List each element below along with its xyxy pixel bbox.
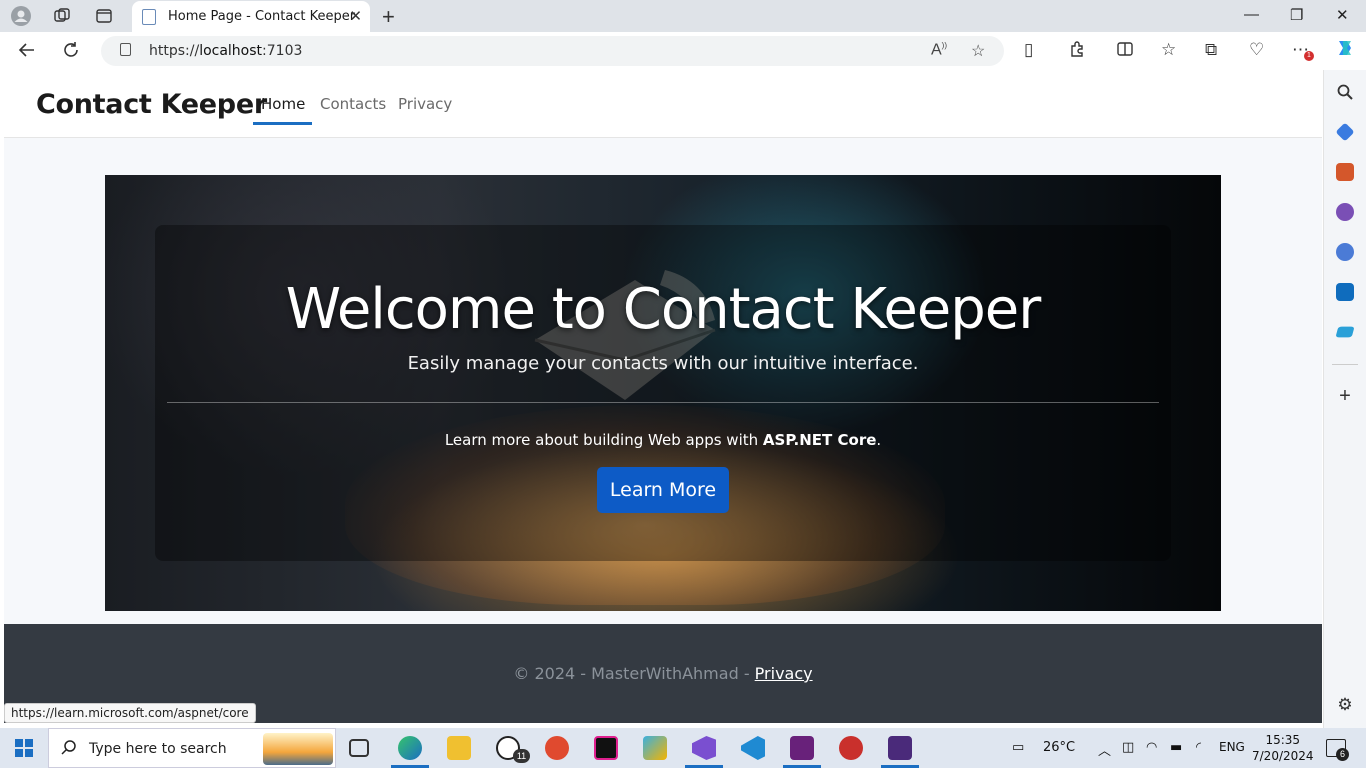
status-bar-link: https://learn.microsoft.com/aspnet/core	[4, 703, 256, 723]
windows-start-icon[interactable]	[15, 739, 33, 757]
file-explorer-icon[interactable]	[447, 736, 471, 760]
split-screen-icon[interactable]	[1116, 40, 1134, 63]
search-placeholder: Type here to search	[89, 741, 227, 757]
workspaces-icon[interactable]	[51, 6, 73, 26]
close-tab-icon[interactable]: ✕	[349, 7, 362, 25]
tab-title: Home Page - Contact Keeper	[168, 9, 356, 24]
minimize-icon[interactable]: —	[1244, 6, 1259, 23]
site-header: Contact Keeper Home Contacts Privacy	[4, 70, 1322, 138]
webpage: Contact Keeper Home Contacts Privacy Wel…	[4, 70, 1322, 723]
settings-gear-icon[interactable]: ⚙	[1336, 696, 1354, 714]
task-view-icon[interactable]	[349, 739, 369, 757]
screen: Home Page - Contact Keeper ✕ + — ❐ ✕ htt…	[0, 0, 1366, 768]
red-app-icon[interactable]	[839, 736, 863, 760]
sidebar-divider	[1332, 364, 1358, 365]
url-text[interactable]: https://localhost:7103	[149, 43, 302, 59]
refresh-icon[interactable]	[62, 41, 80, 64]
network-icon[interactable]: ◠	[1146, 740, 1157, 755]
extensions-icon[interactable]	[1068, 40, 1086, 63]
clock-time: 15:35	[1265, 733, 1301, 747]
nav-contacts[interactable]: Contacts	[320, 95, 386, 113]
add-icon[interactable]: +	[1336, 386, 1354, 406]
nav-privacy[interactable]: Privacy	[398, 95, 452, 113]
browser-essentials-icon[interactable]: ♡	[1249, 40, 1264, 60]
active-nav-indicator	[253, 122, 312, 125]
design-tool-icon[interactable]	[643, 736, 667, 760]
favorites-icon[interactable]: ☆	[1161, 40, 1176, 60]
profile-icon[interactable]	[10, 6, 32, 26]
edge-sidebar: + ⚙	[1323, 70, 1366, 728]
restore-icon[interactable]: ❐	[1290, 6, 1303, 24]
footer-privacy-link[interactable]: Privacy	[755, 664, 813, 683]
tab-home-page[interactable]: Home Page - Contact Keeper ✕	[132, 1, 370, 32]
notification-center-badge: 6	[1336, 748, 1349, 761]
clock[interactable]: 15:35 7/20/2024	[1252, 732, 1314, 764]
favorite-star-icon[interactable]: ☆	[971, 41, 985, 61]
shopping-tag-icon[interactable]	[1335, 122, 1355, 142]
clock-date: 7/20/2024	[1252, 749, 1314, 763]
meet-icon[interactable]: ◫	[1122, 740, 1134, 755]
read-aloud-icon[interactable]: A))	[931, 41, 947, 59]
microsoft-365-icon[interactable]	[1336, 243, 1354, 261]
nav-home[interactable]: Home	[261, 95, 305, 113]
search-icon	[61, 739, 77, 760]
intellij-icon[interactable]	[594, 736, 618, 760]
back-icon[interactable]	[18, 41, 36, 64]
tray-chevron-icon[interactable]: ︿	[1098, 740, 1111, 759]
search-highlight-icon	[263, 733, 333, 765]
page-icon	[142, 8, 156, 25]
visual-studio-2-icon[interactable]	[790, 736, 814, 760]
hero-subtitle: Easily manage your contacts with our int…	[407, 353, 919, 374]
browser-toolbar: https://localhost:7103 A)) ☆ ▯ ☆ ⧉ ♡ ⋯	[0, 32, 1366, 70]
address-bar[interactable]: https://localhost:7103 A)) ☆	[101, 36, 1004, 66]
close-window-icon[interactable]: ✕	[1336, 6, 1349, 24]
games-icon[interactable]	[1336, 203, 1354, 221]
notification-badge: 1	[1304, 51, 1314, 61]
terminal-icon[interactable]	[888, 736, 912, 760]
wifi-icon[interactable]: ◜	[1196, 740, 1201, 755]
collections-icon[interactable]: ⧉	[1205, 40, 1217, 60]
vscode-icon[interactable]	[741, 736, 765, 760]
lock-icon[interactable]	[120, 43, 131, 56]
new-tab-icon[interactable]: +	[382, 4, 395, 30]
edge-taskbar-icon[interactable]	[398, 736, 422, 760]
site-brand[interactable]: Contact Keeper	[36, 89, 267, 120]
drop-icon[interactable]	[1335, 326, 1355, 338]
battery-icon[interactable]: ▬	[1170, 740, 1182, 755]
browser-titlebar: Home Page - Contact Keeper ✕ + — ❐ ✕	[0, 0, 1366, 32]
hero-title: Welcome to Contact Keeper	[285, 277, 1042, 342]
reading-view-icon[interactable]: ▯	[1024, 40, 1033, 60]
weather-temp[interactable]: 26°C	[1043, 740, 1075, 755]
windows-taskbar: Type here to search 11 ▭ 26°C ︿ ◫ ◠ ▬ ◜ …	[0, 728, 1366, 768]
language-indicator[interactable]: ENG	[1219, 740, 1245, 754]
tools-icon[interactable]	[1336, 163, 1354, 181]
footer-text: © 2024 - MasterWithAhmad - Privacy	[513, 664, 813, 683]
hero-divider	[167, 402, 1159, 403]
hero-banner: Welcome to Contact Keeper Easily manage …	[105, 175, 1221, 611]
taskbar-search-box[interactable]: Type here to search	[48, 728, 336, 768]
learn-more-text: Learn more about building Web apps with …	[444, 431, 882, 449]
copilot-icon[interactable]	[1334, 37, 1356, 64]
weather-icon[interactable]: ▭	[1012, 740, 1024, 755]
sidebar-search-icon[interactable]	[1336, 83, 1354, 101]
learn-more-button[interactable]: Learn More	[597, 467, 729, 513]
power-app-icon[interactable]	[545, 736, 569, 760]
aspnet-core-label: ASP.NET Core	[762, 431, 877, 449]
outlook-icon[interactable]	[1336, 283, 1354, 301]
visual-studio-icon[interactable]	[692, 736, 716, 760]
vertical-tabs-icon[interactable]	[93, 6, 115, 26]
whatsapp-badge: 11	[513, 749, 530, 763]
